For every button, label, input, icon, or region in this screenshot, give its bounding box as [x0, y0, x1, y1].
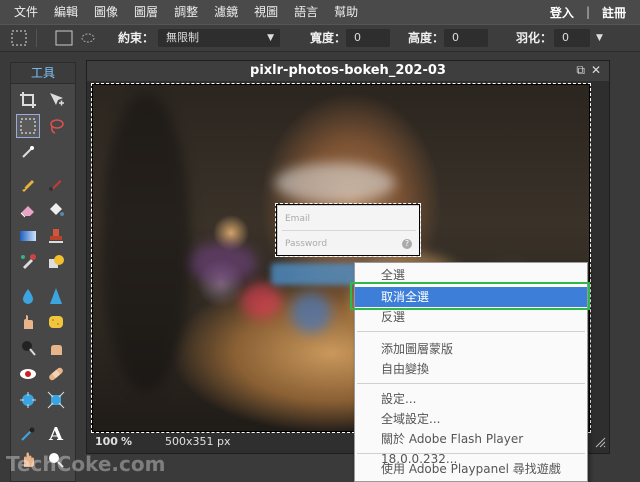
bloat-icon[interactable] [17, 389, 39, 411]
account-separator: | [585, 5, 590, 19]
menu-divider [357, 453, 585, 454]
clone-stamp-icon[interactable] [45, 225, 67, 247]
image-dimensions: 500x351 px [165, 435, 231, 448]
spot-heal-icon[interactable] [45, 363, 67, 385]
marquee-options-icon[interactable] [10, 25, 28, 51]
tools-panel-title: 工具 [11, 63, 75, 84]
feather-label: 羽化： [516, 31, 553, 45]
brush-icon[interactable] [45, 173, 67, 195]
chevron-down-icon: ▼ [267, 33, 274, 43]
menu-divider [357, 383, 585, 384]
crop-tool-icon[interactable] [17, 89, 39, 111]
feather-input[interactable]: 0 [554, 29, 590, 47]
eraser-icon[interactable] [17, 199, 39, 221]
sponge-icon[interactable] [45, 311, 67, 333]
constraint-label: 約束： [118, 31, 155, 45]
rect-select-mode-icon[interactable] [54, 25, 74, 51]
text-tool-icon[interactable]: A [45, 423, 67, 445]
menu-item-add-layer-mask[interactable]: 添加圖層蒙版 [355, 339, 587, 359]
menu-item-settings[interactable]: 設定... [355, 389, 587, 409]
width-input[interactable]: 0 [346, 29, 390, 47]
menu-adjust[interactable]: 調整 [166, 0, 206, 24]
menu-bar: 文件 編輯 圖像 圖層 調整 濾鏡 視圖 語言 幫助 登入 | 註冊 [0, 0, 640, 24]
zoom-unit: % [121, 435, 133, 448]
menu-edit[interactable]: 編輯 [46, 0, 86, 24]
close-icon[interactable]: ✕ [591, 63, 601, 77]
menu-image[interactable]: 圖像 [86, 0, 126, 24]
gradient-icon[interactable] [17, 225, 39, 247]
maximize-icon[interactable]: ⧉ [576, 63, 585, 78]
height-label: 高度： [408, 31, 445, 45]
login-link[interactable]: 登入 [544, 4, 580, 21]
menu-item-global-settings[interactable]: 全域設定... [355, 409, 587, 429]
zoom-level[interactable]: 100 [95, 433, 118, 451]
account-links: 登入 | 註冊 [544, 0, 632, 24]
menu-language[interactable]: 語言 [286, 0, 326, 24]
selection-marquee-form [275, 203, 421, 257]
menu-item-playpanel[interactable]: 使用 Adobe Playpanel 尋找遊戲 [355, 459, 587, 479]
menu-help[interactable]: 幫助 [326, 0, 366, 24]
marquee-tool-icon[interactable] [16, 114, 40, 138]
document-title: pixlr-photos-bokeh_202-03 [87, 61, 609, 81]
width-label: 寬度： [310, 31, 347, 45]
menu-view[interactable]: 視圖 [246, 0, 286, 24]
color-picker-icon[interactable] [17, 423, 39, 445]
ellipse-select-mode-icon[interactable] [80, 25, 96, 51]
menu-divider [357, 331, 585, 332]
dodge-icon[interactable] [17, 337, 39, 359]
menu-file[interactable]: 文件 [0, 0, 46, 24]
sharpen-icon[interactable] [45, 285, 67, 307]
feather-chevron-down-icon[interactable]: ▼ [596, 25, 603, 51]
options-bar: 約束： 無限制 ▼ 寬度： 0 高度： 0 羽化： 0 ▼ [0, 24, 640, 52]
register-link[interactable]: 註冊 [596, 4, 632, 21]
menu-item-invert-selection[interactable]: 反選 [355, 307, 587, 327]
menu-layer[interactable]: 圖層 [126, 0, 166, 24]
constraint-dropdown[interactable]: 無限制 ▼ [158, 29, 280, 47]
highlight-annotation-box [350, 282, 590, 310]
height-input[interactable]: 0 [444, 29, 488, 47]
magic-wand-icon[interactable] [17, 141, 39, 163]
red-eye-icon[interactable] [17, 363, 39, 385]
blur-icon[interactable] [17, 285, 39, 307]
lasso-tool-icon[interactable] [45, 115, 67, 137]
constraint-value: 無限制 [166, 31, 199, 44]
menu-item-about-flash[interactable]: 關於 Adobe Flash Player 18.0.0.232... [355, 429, 587, 466]
watermark-text: TechCoke.com [6, 452, 166, 476]
pinch-icon[interactable] [45, 389, 67, 411]
pencil-icon[interactable] [17, 173, 39, 195]
move-tool-icon[interactable] [45, 89, 67, 111]
paint-bucket-icon[interactable] [45, 199, 67, 221]
drawing-tool-icon[interactable] [45, 251, 67, 273]
menu-item-free-transform[interactable]: 自由變換 [355, 359, 587, 379]
burn-icon[interactable] [45, 337, 67, 359]
smudge-icon[interactable] [17, 311, 39, 333]
resize-handle-icon[interactable] [594, 436, 606, 448]
color-replace-icon[interactable] [17, 251, 39, 273]
tools-panel: 工具 A [10, 62, 76, 482]
menu-filter[interactable]: 濾鏡 [206, 0, 246, 24]
